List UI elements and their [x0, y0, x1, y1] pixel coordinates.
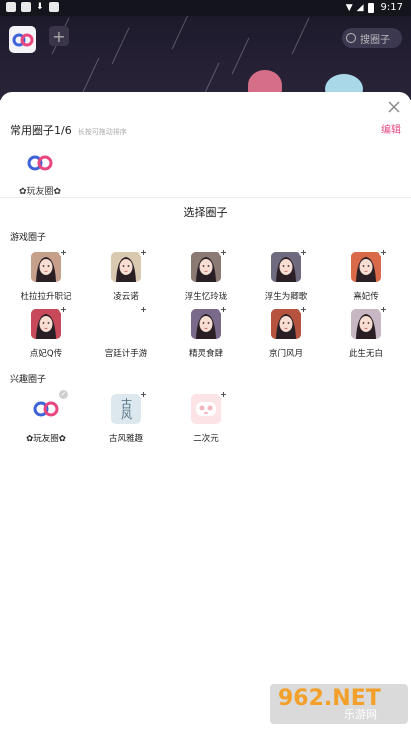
plus-icon[interactable]: + [219, 248, 228, 257]
interest-circle-item[interactable]: + 二次元 [170, 390, 242, 444]
circle-label: ✿玩友圈✿ [18, 187, 62, 197]
game-circle-item[interactable]: + 浮生为卿歌 [250, 248, 322, 302]
character-portrait-icon [351, 252, 381, 282]
search-placeholder: 搜圈子 [360, 34, 390, 46]
plus-icon[interactable]: + [59, 248, 68, 257]
plus-icon[interactable]: + [219, 305, 228, 314]
wifi-icon: ▼ [345, 2, 353, 13]
plus-icon: + [52, 26, 66, 46]
game-circle-item[interactable]: + 凌云诺 [90, 248, 162, 302]
character-portrait-icon [111, 252, 141, 282]
circle-logo [31, 394, 61, 424]
circle-label: 凌云诺 [113, 292, 139, 302]
circle-selection-sheet: 常用圈子1/6 长按可拖动排序 编辑 ✿玩友圈✿ 选择圈子 游戏圈子 + 杜拉拉升… [0, 92, 411, 730]
common-circle-item[interactable]: ✿玩友圈✿ [14, 148, 66, 197]
circle-label: 杜拉拉升职记 [20, 292, 72, 302]
circle-label: 熹妃传 [353, 292, 379, 302]
joined-check-icon: ✓ [59, 390, 68, 399]
character-portrait-icon [351, 309, 381, 339]
circle-label: 精灵食肆 [188, 349, 223, 359]
circle-label: 二次元 [193, 434, 219, 444]
game-circle-item[interactable]: + 浮生忆玲珑 [170, 248, 242, 302]
common-circles-title: 常用圈子1/6 [10, 124, 72, 137]
character-portrait-icon [31, 309, 61, 339]
game-avatar [271, 309, 301, 339]
interest-circle-item[interactable]: ✓ ✿玩友圈✿ [10, 390, 82, 444]
game-avatar [351, 252, 381, 282]
divider [0, 197, 411, 198]
game-avatar [31, 252, 61, 282]
battery-icon [367, 2, 374, 13]
circle-label: 点妃Q传 [29, 349, 63, 359]
game-avatar [111, 252, 141, 282]
add-circle-button[interactable]: + [49, 26, 69, 46]
common-circles-header: 常用圈子1/6 长按可拖动排序 [10, 122, 127, 138]
signal-icon: ◢ [356, 2, 364, 13]
plus-icon[interactable]: + [379, 248, 388, 257]
character-portrait-icon [191, 309, 221, 339]
circle-label: 京门风月 [268, 349, 303, 359]
game-circle-item[interactable]: + 熹妃传 [330, 248, 402, 302]
circle-avatar: 古风 [111, 394, 141, 424]
status-notifications: ⬇ [6, 2, 59, 12]
character-portrait-icon [191, 252, 221, 282]
circle-label: ✿玩友圈✿ [26, 434, 66, 444]
game-circle-item[interactable]: + 杜拉拉升职记 [10, 248, 82, 302]
notification-icon [48, 2, 59, 12]
watermark: 962.NET 乐游网 [270, 684, 408, 724]
infinity-logo-icon [33, 401, 59, 417]
game-avatar [191, 309, 221, 339]
edit-button[interactable]: 编辑 [381, 121, 401, 136]
search-icon [346, 33, 356, 43]
infinity-logo-icon [12, 33, 33, 46]
circle-label: 古风雅趣 [108, 434, 143, 444]
app-header-background: + 搜圈子 [0, 16, 411, 100]
circle-glyph: 古风 [119, 398, 133, 420]
plus-icon[interactable]: + [139, 305, 148, 314]
game-avatar [351, 309, 381, 339]
infinity-logo-icon [27, 155, 53, 171]
plus-icon[interactable]: + [219, 390, 228, 399]
game-avatar [271, 252, 301, 282]
plus-icon[interactable]: + [299, 248, 308, 257]
notification-icon [6, 2, 16, 12]
interest-circle-item[interactable]: 古风 + 古风雅趣 [90, 390, 162, 444]
circle-label: 此生无白 [348, 349, 383, 359]
panda-icon [196, 402, 216, 416]
game-circle-item[interactable]: + 宫廷计手游 [90, 305, 162, 359]
game-avatar [191, 252, 221, 282]
search-input[interactable]: 搜圈子 [342, 28, 402, 48]
circle-label: 宫廷计手游 [104, 349, 148, 359]
game-circle-item[interactable]: + 点妃Q传 [10, 305, 82, 359]
download-icon: ⬇ [36, 2, 44, 12]
app-logo[interactable] [9, 26, 36, 53]
status-bar: ⬇ ▼ ◢ 9:17 [0, 0, 411, 16]
watermark-subtitle: 乐游网 [344, 708, 377, 721]
choose-circle-title: 选择圈子 [183, 206, 228, 219]
game-circle-item[interactable]: + 此生无白 [330, 305, 402, 359]
status-indicators: ▼ ◢ 9:17 [346, 2, 403, 13]
game-circle-item[interactable]: + 京门风月 [250, 305, 322, 359]
status-time: 9:17 [380, 2, 403, 13]
interest-group-title: 兴趣圈子 [10, 375, 47, 385]
character-portrait-icon [31, 252, 61, 282]
plus-icon[interactable]: + [59, 305, 68, 314]
circle-label: 浮生忆玲珑 [184, 292, 228, 302]
game-avatar [31, 309, 61, 339]
circle-label: 浮生为卿歌 [264, 292, 308, 302]
common-circles-hint: 长按可拖动排序 [77, 128, 127, 136]
character-portrait-icon [271, 252, 301, 282]
notification-icon [21, 2, 31, 12]
game-group-title: 游戏圈子 [10, 233, 47, 243]
circle-logo [25, 148, 55, 178]
character-portrait-icon [271, 309, 301, 339]
plus-icon[interactable]: + [379, 305, 388, 314]
circle-avatar [191, 394, 221, 424]
plus-icon[interactable]: + [139, 390, 148, 399]
plus-icon[interactable]: + [139, 248, 148, 257]
plus-icon[interactable]: + [299, 305, 308, 314]
close-icon[interactable] [387, 100, 401, 114]
game-circle-item[interactable]: + 精灵食肆 [170, 305, 242, 359]
game-avatar [111, 309, 141, 339]
